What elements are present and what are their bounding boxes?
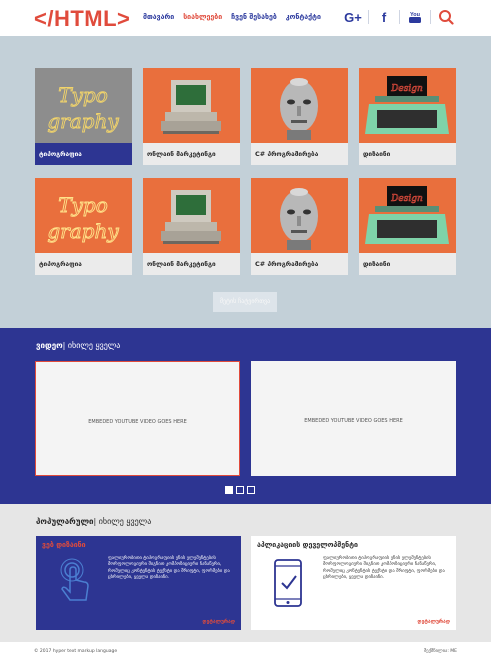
video-placeholder-text: EMBEDED YOUTUBE VIDEO GOES HERE <box>88 419 187 425</box>
popular-section: პოპულარული| იხილე ყველა ვებ დიზაინი ფალი… <box>0 504 491 642</box>
main-nav: მთავარი სიახლეები ჩვენ შესახებ კონტაქტი <box>143 13 321 21</box>
section-heading: პოპულარული <box>36 517 94 526</box>
credit-text: შექმნილია: ME <box>423 649 457 654</box>
google-plus-icon[interactable]: G+ <box>342 8 364 26</box>
popular-card-title: აპლიკაციის დეველოპმენტი <box>257 541 358 549</box>
search-icon[interactable] <box>435 8 457 26</box>
video-section: ვიდეო| იხილე ყველა EMBEDED YOUTUBE VIDEO… <box>0 328 491 504</box>
section-heading: ვიდეო <box>36 341 63 350</box>
typewriter-image: Design <box>359 178 456 253</box>
blog-card-label: ტიპოგრაფია <box>39 150 82 158</box>
blog-card-label: ონლაინ მარკეტინგი <box>147 150 216 158</box>
retro-computer-image <box>143 178 240 253</box>
see-all-link[interactable]: | იხილე ყველა <box>94 517 152 526</box>
typewriter-image: Design <box>359 68 456 143</box>
video-placeholder-text: EMBEDED YOUTUBE VIDEO GOES HERE <box>304 418 403 424</box>
read-more-link[interactable]: დეტალურად <box>417 619 450 625</box>
read-more-link[interactable]: დეტალურად <box>202 619 235 625</box>
popular-card[interactable]: ვებ დიზაინი ფალიურობითი ტიპოგრაფიის ენის… <box>36 536 241 630</box>
robot-head-image <box>251 178 348 253</box>
facebook-icon[interactable]: f <box>373 8 395 26</box>
popular-card-title: ვებ დიზაინი <box>42 541 86 549</box>
load-more-button[interactable]: მეტის ჩატვირთვა <box>213 292 277 312</box>
popular-card-text: ფალიურობითი ტიპოგრაფიის ენის ელემენტების… <box>108 556 230 580</box>
typography-neon-image: Typo graphy <box>35 178 132 253</box>
blog-card-label: C# პროგრამირება <box>255 260 319 268</box>
blog-card-label: C# პროგრამირება <box>255 150 319 158</box>
nav-item-news[interactable]: სიახლეები <box>183 13 222 21</box>
svg-text:graphy: graphy <box>47 219 119 243</box>
blog-card[interactable]: Typo graphy ტიპოგრაფია <box>35 68 132 165</box>
video-embed[interactable]: EMBEDED YOUTUBE VIDEO GOES HERE <box>251 361 456 476</box>
video-embed[interactable]: EMBEDED YOUTUBE VIDEO GOES HERE <box>35 361 240 476</box>
video-pager <box>225 486 255 494</box>
blog-card-label: დიზაინი <box>363 150 391 158</box>
blog-card[interactable]: Typo graphy ტიპოგრაფია <box>35 178 132 275</box>
nav-item-about[interactable]: ჩვენ შესახებ <box>231 13 277 21</box>
blog-card-label: ონლაინ მარკეტინგი <box>147 260 216 268</box>
svg-text:Typo: Typo <box>58 193 107 217</box>
blog-card[interactable]: Design დიზაინი <box>359 68 456 165</box>
see-all-link[interactable]: | იხილე ყველა <box>63 341 121 350</box>
site-footer: © 2017 hyper text markup language შექმნი… <box>0 642 491 662</box>
svg-text:Typo: Typo <box>58 83 107 107</box>
site-header: </HTML> მთავარი სიახლეები ჩვენ შესახებ კ… <box>0 0 491 36</box>
divider <box>430 10 431 24</box>
svg-text:Design: Design <box>390 84 423 94</box>
svg-text:graphy: graphy <box>47 109 119 133</box>
touch-gesture-icon <box>54 558 98 610</box>
mobile-check-icon <box>269 558 313 610</box>
popular-card-text: ფალიურობითი ტიპოგრაფიის ენის ელემენტების… <box>323 556 445 580</box>
blog-card-label: ტიპოგრაფია <box>39 260 82 268</box>
blog-section: Typo graphy ტიპოგრაფია ონლაინ მარკეტინგი … <box>0 36 491 328</box>
popular-card[interactable]: აპლიკაციის დეველოპმენტი ფალიურობითი ტიპო… <box>251 536 456 630</box>
blog-card[interactable]: C# პროგრამირება <box>251 68 348 165</box>
popular-section-title: პოპულარული| იხილე ყველა <box>36 517 151 526</box>
site-logo[interactable]: </HTML> <box>34 6 130 32</box>
blog-card[interactable]: ონლაინ მარკეტინგი <box>143 68 240 165</box>
typography-neon-image: Typo graphy <box>35 68 132 143</box>
pager-dot[interactable] <box>247 486 255 494</box>
pager-dot[interactable] <box>236 486 244 494</box>
blog-card[interactable]: ონლაინ მარკეტინგი <box>143 178 240 275</box>
divider <box>368 10 369 24</box>
robot-head-image <box>251 68 348 143</box>
blog-card[interactable]: Design დიზაინი <box>359 178 456 275</box>
youtube-icon[interactable]: You <box>404 8 426 26</box>
nav-item-contact[interactable]: კონტაქტი <box>286 13 321 21</box>
blog-card-label: დიზაინი <box>363 260 391 268</box>
retro-computer-image <box>143 68 240 143</box>
social-links: G+ f You <box>342 8 457 26</box>
divider <box>399 10 400 24</box>
video-section-title: ვიდეო| იხილე ყველა <box>36 341 120 350</box>
pager-dot[interactable] <box>225 486 233 494</box>
nav-item-home[interactable]: მთავარი <box>143 13 174 21</box>
blog-card[interactable]: C# პროგრამირება <box>251 178 348 275</box>
copyright-text: © 2017 hyper text markup language <box>34 649 118 654</box>
svg-text:Design: Design <box>390 194 423 204</box>
